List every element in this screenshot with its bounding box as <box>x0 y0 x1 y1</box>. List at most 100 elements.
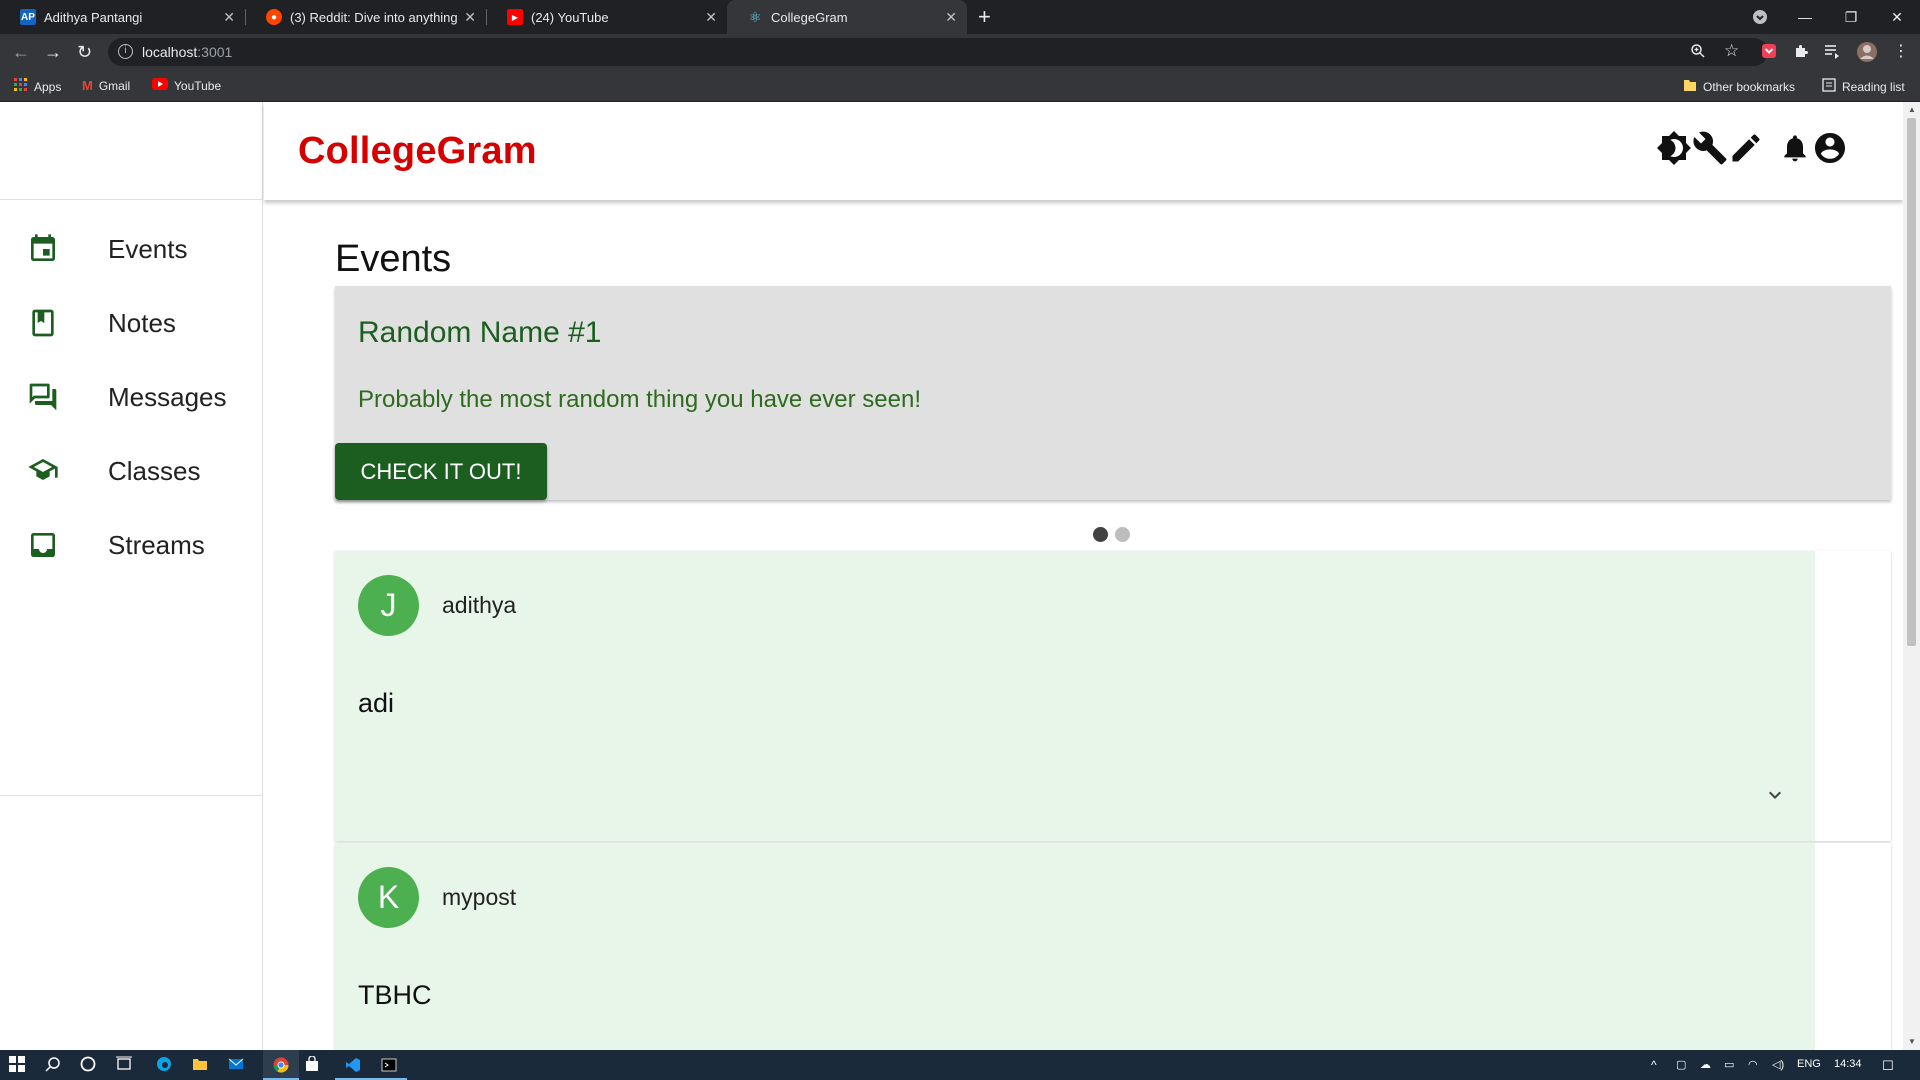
sidebar-item-events[interactable]: Events <box>0 212 262 286</box>
post-card-body: J adithya adi <box>335 551 1815 841</box>
zoom-icon[interactable] <box>1690 43 1706 63</box>
bookmark-label: Reading list <box>1842 79 1905 94</box>
chevron-down-icon[interactable] <box>1763 783 1787 807</box>
post-username: adithya <box>442 592 517 618</box>
sidebar-item-label: Messages <box>108 381 227 412</box>
tab-title: (24) YouTube <box>531 9 609 25</box>
reddit-icon: ● <box>266 9 282 25</box>
carousel-dot-active[interactable] <box>1093 527 1108 542</box>
tab-title: (3) Reddit: Dive into anything <box>290 9 458 25</box>
bookmark-gmail[interactable]: M Gmail <box>82 78 130 93</box>
battery-icon[interactable]: ▭ <box>1724 1058 1734 1071</box>
scroll-down-arrow-icon[interactable]: ▼ <box>1908 1037 1916 1046</box>
sidebar-item-notes[interactable]: Notes <box>0 286 262 360</box>
carousel-title: Random Name #1 <box>358 316 602 349</box>
apps-grid-icon <box>14 78 28 95</box>
url-text: localhost:3001 <box>142 44 232 60</box>
store-icon[interactable] <box>304 1055 320 1076</box>
folder-icon <box>1683 78 1697 95</box>
avatar: J <box>358 575 419 636</box>
file-explorer-icon[interactable] <box>192 1056 208 1076</box>
task-view-icon[interactable] <box>116 1056 132 1076</box>
bookmark-label: Apps <box>34 79 62 94</box>
post-content: adi <box>358 688 395 718</box>
meet-now-icon[interactable]: ▢ <box>1676 1058 1686 1071</box>
clock[interactable]: 14:34 <box>1834 1058 1862 1070</box>
search-icon[interactable] <box>45 1056 61 1076</box>
scroll-up-arrow-icon[interactable]: ▲ <box>1908 105 1916 114</box>
page-title: Events <box>335 238 452 280</box>
reading-queue-icon[interactable] <box>1824 43 1840 63</box>
volume-icon[interactable]: ◁) <box>1772 1058 1784 1071</box>
site-info-icon[interactable]: i <box>118 44 133 59</box>
check-it-out-button[interactable]: CHECK IT OUT! <box>335 443 547 500</box>
browser-tab[interactable]: AP Adithya Pantangi ✕ <box>0 0 245 34</box>
new-tab-icon[interactable]: + <box>978 4 991 30</box>
other-bookmarks[interactable]: Other bookmarks <box>1683 78 1795 95</box>
window-close-icon[interactable]: ✕ <box>1874 0 1920 34</box>
sidebar-item-streams[interactable]: Streams <box>0 508 262 582</box>
restore-icon[interactable]: ❐ <box>1828 0 1874 34</box>
browser-menu-icon[interactable]: ⋮ <box>1893 41 1909 61</box>
app-logo[interactable]: CollegeGram <box>298 130 537 173</box>
account-icon[interactable] <box>1812 130 1848 166</box>
browser-tab[interactable]: ● (3) Reddit: Dive into anything ✕ <box>246 0 486 34</box>
avatar: K <box>358 867 419 928</box>
show-hidden-icons-icon[interactable]: ^ <box>1651 1058 1657 1072</box>
close-icon[interactable]: ✕ <box>705 9 717 26</box>
language-indicator[interactable]: ENG <box>1797 1058 1821 1070</box>
post-card: K mypost TBHC <box>335 843 1891 1050</box>
bell-icon[interactable] <box>1779 132 1811 164</box>
star-icon[interactable]: ☆ <box>1724 41 1739 61</box>
sidebar-item-label: Notes <box>108 307 176 338</box>
forward-arrow-icon[interactable]: → <box>44 42 62 63</box>
back-arrow-icon[interactable]: ← <box>12 42 30 63</box>
carousel-dot[interactable] <box>1115 527 1130 542</box>
address-bar[interactable]: i localhost:3001 ☆ <box>108 38 1768 66</box>
mail-icon[interactable] <box>228 1056 244 1076</box>
wrench-icon[interactable] <box>1692 130 1728 166</box>
reload-icon[interactable]: ↻ <box>77 42 92 63</box>
pencil-icon[interactable] <box>1728 130 1764 166</box>
taskbar-vscode[interactable] <box>335 1050 371 1080</box>
edge-icon[interactable] <box>156 1056 172 1076</box>
gmail-icon: M <box>82 78 93 93</box>
browser-tab-strip: AP Adithya Pantangi ✕ ● (3) Reddit: Dive… <box>0 0 1920 34</box>
profile-avatar[interactable] <box>1856 41 1878 67</box>
sidebar-item-classes[interactable]: Classes <box>0 434 262 508</box>
page-scrollbar[interactable]: ▲ ▼ <box>1903 102 1920 1050</box>
bookmark-apps[interactable]: Apps <box>14 78 61 95</box>
close-icon[interactable]: ✕ <box>223 9 235 26</box>
vscode-icon <box>346 1058 360 1072</box>
close-icon[interactable]: ✕ <box>945 9 957 26</box>
url-host: localhost <box>142 44 198 60</box>
extensions-puzzle-icon[interactable] <box>1793 43 1809 63</box>
wifi-icon[interactable]: ◠ <box>1748 1058 1758 1071</box>
header-left-spacer <box>0 102 263 200</box>
reading-list[interactable]: Reading list <box>1822 78 1905 95</box>
youtube-icon <box>152 78 168 93</box>
bookmark-youtube[interactable]: YouTube <box>152 78 221 93</box>
close-icon[interactable]: ✕ <box>464 9 476 26</box>
notifications-icon[interactable]: ☐ <box>1882 1058 1894 1074</box>
tab-title: CollegeGram <box>771 9 848 25</box>
pocket-extension-icon[interactable] <box>1761 43 1777 63</box>
browser-tab[interactable]: ▶ (24) YouTube ✕ <box>487 0 727 34</box>
taskbar-active-app[interactable] <box>263 1050 299 1080</box>
scroll-thumb[interactable] <box>1907 118 1916 646</box>
post-card: J adithya adi <box>335 551 1891 841</box>
carousel-indicators <box>1093 527 1137 542</box>
onedrive-icon[interactable]: ☁ <box>1700 1058 1711 1071</box>
calendar-icon <box>31 234 55 261</box>
brightness-icon[interactable] <box>1656 130 1692 166</box>
sidebar-item-messages[interactable]: Messages <box>0 360 262 434</box>
browser-tab-active[interactable]: ⚛ CollegeGram ✕ <box>727 0 967 34</box>
app-header: CollegeGram <box>0 102 1903 200</box>
minimize-icon[interactable]: — <box>1782 0 1828 34</box>
taskbar-terminal[interactable] <box>371 1050 407 1080</box>
tab-search-icon[interactable] <box>1737 0 1783 34</box>
windows-start-icon[interactable] <box>9 1056 25 1076</box>
cortana-icon[interactable] <box>80 1056 96 1076</box>
url-port: :3001 <box>197 44 233 60</box>
main-content: Events Random Name #1 Probably the most … <box>264 200 1903 1050</box>
